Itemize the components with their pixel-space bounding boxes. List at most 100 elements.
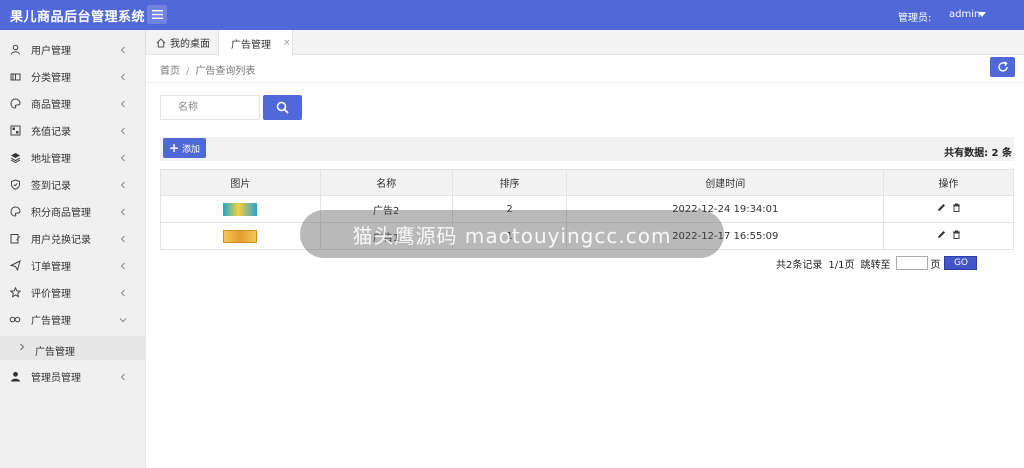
tab-ad-management[interactable]: 广告管理 ×: [218, 30, 293, 56]
sidebar-item-label: 充值记录: [31, 127, 71, 138]
total-count: 共有数据: 2 条: [944, 148, 1012, 159]
ad-thumbnail[interactable]: [223, 202, 258, 216]
menu-toggle-button[interactable]: [147, 5, 167, 24]
pagination: 共2条记录 1/1页 跳转至 页 GO: [776, 255, 978, 271]
sidebar-item-label: 订单管理: [31, 262, 71, 273]
chevron-left-icon: [120, 46, 125, 53]
search-input[interactable]: [160, 95, 260, 120]
chevron-left-icon: [120, 73, 125, 80]
chevron-left-icon: [120, 181, 125, 188]
sidebar-item-exchange-records[interactable]: 用户兑换记录: [0, 225, 146, 252]
sidebar-item-reviews[interactable]: 评价管理: [0, 279, 146, 306]
add-button[interactable]: + 添加: [163, 138, 206, 158]
add-button-label: 添加: [182, 144, 201, 155]
sidebar-item-address[interactable]: 地址管理: [0, 144, 146, 171]
top-bar: 果儿商品后台管理系统 管理员: admin: [0, 0, 1024, 30]
go-button[interactable]: GO: [944, 256, 978, 270]
admin-label: 管理员:: [898, 13, 932, 24]
refresh-button[interactable]: [990, 57, 1015, 77]
sidebar-item-admins[interactable]: 管理员管理: [0, 363, 146, 390]
tab-home-label: 我的桌面: [170, 39, 210, 50]
cell-actions: [883, 195, 1014, 223]
sidebar-item-points-products[interactable]: 积分商品管理: [0, 198, 146, 225]
sidebar-item-label: 签到记录: [31, 181, 71, 192]
person-icon: [9, 371, 21, 383]
close-icon[interactable]: ×: [283, 38, 291, 48]
sidebar-item-category[interactable]: 分类管理: [0, 63, 146, 90]
link-icon: [9, 314, 21, 326]
column-header-created: 创建时间: [566, 169, 885, 196]
chevron-left-icon: [120, 373, 125, 380]
cell-actions: [883, 222, 1014, 250]
chevron-right-icon: [20, 343, 25, 351]
sidebar-item-ads[interactable]: 广告管理: [0, 306, 146, 333]
sidebar-item-label: 评价管理: [31, 289, 71, 300]
page-jump-input[interactable]: [896, 256, 929, 270]
edit-icon: [9, 233, 21, 245]
edit-icon[interactable]: [937, 203, 946, 212]
chevron-left-icon: [120, 154, 125, 161]
sidebar-item-label: 地址管理: [31, 154, 71, 165]
category-icon: [9, 71, 21, 83]
star-icon: [9, 287, 21, 299]
breadcrumb-current: 广告查询列表: [195, 66, 256, 77]
pager-pages: 1/1页: [828, 259, 855, 271]
sidebar: 用户管理 分类管理 商品管理 充值记录 地址管理 签到记录 积分商品管理 用户兑…: [0, 30, 146, 468]
sidebar-item-label: 用户管理: [31, 46, 71, 57]
edit-icon[interactable]: [937, 230, 946, 239]
breadcrumb-separator: /: [186, 66, 190, 77]
pager-jump-label: 跳转至: [860, 259, 891, 271]
trash-icon[interactable]: [952, 230, 961, 239]
sidebar-subitem-label: 广告管理: [35, 347, 75, 358]
user-icon: [9, 44, 21, 56]
ad-thumbnail[interactable]: [223, 229, 258, 243]
tab-home[interactable]: 我的桌面: [156, 30, 220, 55]
tab-ad-label: 广告管理: [231, 39, 271, 51]
tab-bar: 我的桌面 广告管理 ×: [146, 30, 1024, 56]
app-title: 果儿商品后台管理系统: [10, 10, 146, 25]
search-icon: [276, 101, 289, 114]
shield-icon: [9, 179, 21, 191]
palette-icon: [9, 206, 21, 218]
caret-down-icon[interactable]: [978, 12, 986, 17]
sidebar-item-label: 积分商品管理: [31, 208, 91, 219]
cell-image: [160, 195, 321, 223]
sidebar-item-orders[interactable]: 订单管理: [0, 252, 146, 279]
sidebar-item-label: 广告管理: [31, 316, 71, 327]
sidebar-item-products[interactable]: 商品管理: [0, 90, 146, 117]
admin-name-dropdown[interactable]: admin: [949, 9, 980, 20]
search-button[interactable]: [263, 95, 302, 120]
palette-icon: [9, 98, 21, 110]
trash-icon[interactable]: [952, 203, 961, 212]
sidebar-item-label: 用户兑换记录: [31, 235, 91, 246]
plus-icon: +: [168, 141, 180, 155]
sidebar-item-label: 商品管理: [31, 100, 71, 111]
hamburger-icon: [151, 10, 163, 19]
chevron-left-icon: [120, 100, 125, 107]
home-icon: [156, 37, 166, 47]
content-divider: [146, 82, 1024, 83]
chevron-left-icon: [120, 289, 125, 296]
column-header-sort: 排序: [451, 169, 568, 196]
send-icon: [9, 260, 21, 272]
chevron-left-icon: [120, 262, 125, 269]
watermark-overlay: 猫头鹰源码 maotouyingcc.com: [300, 210, 724, 258]
chevron-down-icon: [119, 317, 127, 322]
table-header-row: 图片 名称 排序 创建时间 操作: [160, 169, 1014, 196]
column-header-name: 名称: [319, 169, 453, 196]
layers-icon: [9, 152, 21, 164]
refresh-icon: [997, 61, 1008, 72]
sidebar-item-label: 管理员管理: [31, 373, 81, 384]
sidebar-item-label: 分类管理: [31, 73, 71, 84]
sidebar-item-checkin[interactable]: 签到记录: [0, 171, 146, 198]
breadcrumb: 首页 / 广告查询列表: [160, 62, 255, 77]
sidebar-item-users[interactable]: 用户管理: [0, 36, 146, 63]
cell-image: [160, 222, 321, 250]
pager-page-unit: 页: [930, 259, 941, 271]
list-toolbar: + 添加 共有数据: 2 条: [160, 137, 1014, 161]
breadcrumb-home[interactable]: 首页: [160, 66, 180, 77]
column-header-actions: 操作: [883, 169, 1014, 196]
chevron-left-icon: [120, 235, 125, 242]
sidebar-subitem-ad-management[interactable]: 广告管理: [0, 336, 146, 360]
sidebar-item-recharge[interactable]: 充值记录: [0, 117, 146, 144]
